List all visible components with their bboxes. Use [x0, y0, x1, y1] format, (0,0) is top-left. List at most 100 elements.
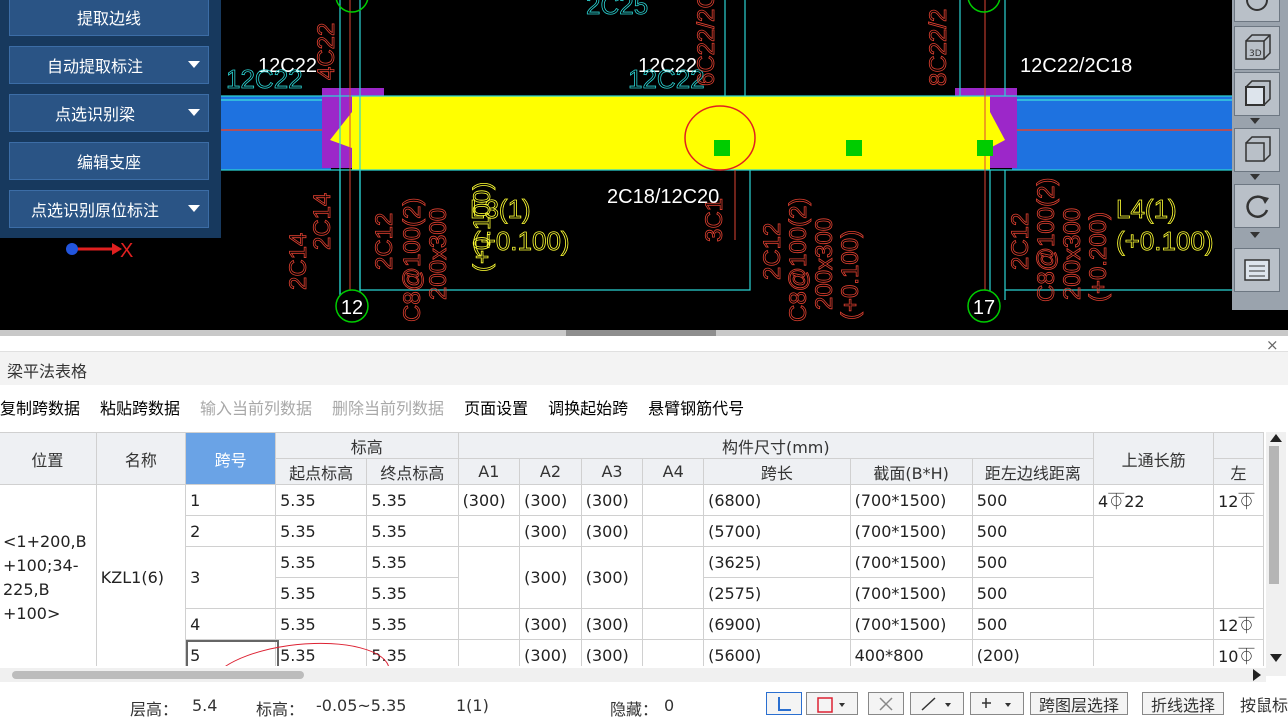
a2-cell[interactable]: (300) [519, 546, 582, 609]
name-cell[interactable]: KZL1(6) [95, 484, 187, 666]
a3-cell[interactable]: (300) [580, 639, 644, 666]
a4-cell[interactable] [642, 484, 705, 516]
header-elevation[interactable]: 标高 [275, 432, 459, 459]
top-through-cell[interactable] [1093, 608, 1215, 640]
table-row[interactable]: 3 5.35 5.35 (300) (300) (3625) (700*1500… [0, 546, 1264, 609]
snap-dropdown-icon[interactable] [910, 692, 964, 715]
section-cell[interactable]: (700*1500) [849, 484, 973, 516]
auto-extract-annotation-button[interactable]: 自动提取标注 [9, 46, 209, 84]
top-through-cell[interactable] [1093, 515, 1215, 547]
end-elev-cell[interactable]: 5.35 [366, 546, 459, 578]
a2-cell[interactable]: (300) [519, 639, 582, 666]
section-cell[interactable]: (700*1500) [849, 546, 973, 578]
chevron-down-icon[interactable] [188, 205, 200, 212]
span-len-cell[interactable]: (3625) [703, 546, 851, 578]
cantilever-rebar-code-button[interactable]: 悬臂钢筋代号 [648, 395, 744, 419]
end-elev-cell[interactable]: 5.35 [366, 639, 459, 666]
start-elev-cell[interactable]: 5.35 [275, 515, 368, 547]
scroll-up-icon[interactable] [1270, 434, 1282, 442]
a2-cell[interactable]: (300) [519, 608, 582, 640]
left-cut-cell[interactable] [1213, 515, 1264, 547]
input-column-data-button[interactable]: 输入当前列数据 [200, 395, 312, 419]
span-cell[interactable]: 4 [185, 608, 277, 640]
section-cell[interactable]: (700*1500) [849, 577, 973, 609]
a4-cell[interactable] [642, 639, 705, 666]
header-position[interactable]: 位置 [0, 432, 97, 485]
section-cell[interactable]: 400*800 [849, 639, 973, 666]
polyline-select-button[interactable]: 折线选择 [1142, 692, 1225, 715]
span-cell[interactable]: 1 [185, 484, 277, 516]
cad-canvas[interactable]: 12 17 12C22 12C22 12C22/2C18 2C18/12C20 … [0, 0, 1288, 330]
pick-identify-in-situ-button[interactable]: 点选识别原位标注 [9, 190, 209, 228]
grip-point[interactable] [977, 140, 993, 156]
grip-point[interactable] [714, 140, 730, 156]
left-cut-cell[interactable]: 12⏁ [1213, 608, 1264, 640]
header-a2[interactable]: A2 [519, 458, 582, 485]
top-through-cell[interactable] [1093, 639, 1215, 666]
a2-cell[interactable]: (300) [519, 484, 582, 516]
pick-identify-beam-button[interactable]: 点选识别梁 [9, 94, 209, 132]
a3-cell[interactable]: (300) [580, 484, 644, 516]
dist-left-cell[interactable]: 500 [971, 608, 1095, 640]
start-elev-cell[interactable]: 5.35 [275, 639, 368, 666]
coordinate-dropdown-icon[interactable] [970, 692, 1024, 715]
scroll-right-icon[interactable] [1253, 669, 1261, 681]
dist-left-cell[interactable]: 500 [971, 546, 1095, 578]
header-dist-left[interactable]: 距左边线距离 [971, 458, 1095, 485]
start-elev-cell[interactable]: 5.35 [275, 484, 368, 516]
header-a1[interactable]: A1 [457, 458, 521, 485]
dist-left-cell[interactable]: 500 [971, 515, 1095, 547]
cross-layer-select-button[interactable]: 跨图层选择 [1030, 692, 1129, 715]
delete-column-data-button[interactable]: 删除当前列数据 [332, 395, 444, 419]
chevron-down-icon[interactable] [1250, 118, 1260, 124]
dist-left-cell[interactable]: 500 [971, 577, 1095, 609]
a1-cell[interactable] [457, 546, 521, 609]
span-cell[interactable]: 5 [185, 639, 277, 666]
edit-support-button[interactable]: 编辑支座 [9, 142, 209, 180]
top-through-cell[interactable]: 4⏁22 [1093, 484, 1215, 516]
box-view-icon[interactable] [1234, 128, 1280, 172]
page-setup-button[interactable]: 页面设置 [464, 395, 528, 419]
span-len-cell[interactable]: (2575) [703, 577, 851, 609]
a4-cell[interactable] [642, 515, 705, 547]
header-top-through[interactable]: 上通长筋 [1093, 432, 1215, 485]
vertical-scrollbar[interactable] [1266, 432, 1286, 676]
a1-cell[interactable]: (300) [457, 484, 521, 516]
top-view-icon[interactable] [1234, 72, 1280, 116]
horizontal-scrollbar[interactable] [0, 668, 1266, 682]
cross-select-icon[interactable] [868, 692, 904, 715]
end-elev-cell[interactable]: 5.35 [366, 608, 459, 640]
table-row[interactable]: <1+200,B +100;34-225,B +100> KZL1(6) 1 5… [0, 484, 1264, 666]
header-size-group[interactable]: 构件尺寸(mm) [457, 432, 1095, 459]
header-left-cut[interactable]: 左 [1213, 458, 1264, 485]
header-name[interactable]: 名称 [95, 432, 187, 485]
header-start-elev[interactable]: 起点标高 [275, 458, 368, 485]
ortho-toggle-icon[interactable] [766, 692, 802, 715]
a3-cell[interactable]: (300) [580, 515, 644, 547]
span-len-cell[interactable]: (6900) [703, 608, 851, 640]
select-box-dropdown-icon[interactable] [806, 692, 858, 715]
a3-cell[interactable]: (300) [580, 608, 644, 640]
rotate-view-icon[interactable] [1234, 0, 1280, 22]
scrollbar-thumb[interactable] [12, 671, 304, 679]
a4-cell[interactable] [642, 608, 705, 640]
chevron-down-icon[interactable] [1250, 174, 1260, 180]
start-elev-cell[interactable]: 5.35 [275, 577, 368, 609]
table-row[interactable]: 4 5.35 5.35 (300) (300) (6900) (700*1500… [0, 608, 1264, 640]
a3-cell[interactable]: (300) [580, 546, 644, 609]
swap-start-span-button[interactable]: 调换起始跨 [548, 395, 628, 419]
rotate-icon[interactable] [1234, 184, 1280, 228]
table-row[interactable]: 5 5.35 5.35 (300) (300) (5600) 400*800 (… [0, 639, 1264, 666]
3d-view-icon[interactable]: 3D [1234, 26, 1280, 70]
a1-cell[interactable] [457, 639, 521, 666]
end-elev-cell[interactable]: 5.35 [366, 577, 459, 609]
copy-span-data-button[interactable]: 复制跨数据 [0, 395, 80, 419]
left-cut-cell[interactable]: 12⏁ [1213, 484, 1264, 516]
end-elev-cell[interactable]: 5.35 [366, 515, 459, 547]
position-cell[interactable]: <1+200,B +100;34-225,B +100> [0, 484, 97, 666]
span-cell[interactable]: 2 [185, 515, 277, 547]
section-cell[interactable]: (700*1500) [849, 608, 973, 640]
section-cell[interactable]: (700*1500) [849, 515, 973, 547]
dist-left-cell[interactable]: 500 [971, 484, 1095, 516]
span-cell[interactable]: 3 [185, 546, 277, 609]
